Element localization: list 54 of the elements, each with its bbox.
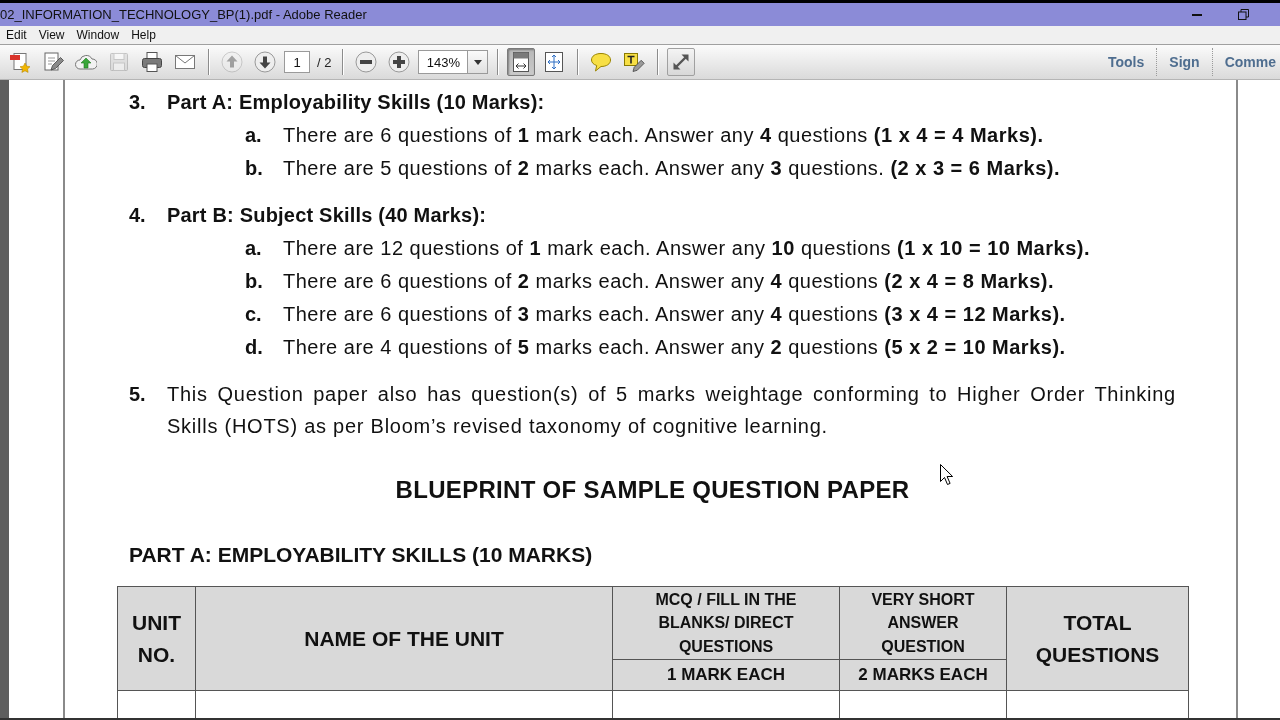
pdf-document-icon (9, 51, 31, 73)
pane-tab[interactable]: Tools (1096, 48, 1157, 76)
list-text: There are 6 questions of 3 marks each. Answer any 4 questions (3 x 4 = 12 Marks). (283, 302, 1066, 327)
paragraph: This Question paper also has question(s) of 5 marks weightage conforming to Higher Order Thinking Skills (HOTS) as per Bloom’s revised taxonomy of cognitive learning. (167, 382, 1176, 439)
pencil-document-icon (42, 51, 64, 73)
pane-tab[interactable]: Comme (1212, 48, 1276, 76)
zoom-dropdown-button[interactable] (468, 50, 489, 74)
menu-item[interactable]: View (38, 28, 65, 42)
speech-bubble-icon (590, 51, 613, 73)
zoom-field[interactable]: 143% (418, 50, 469, 74)
window-title: 02_INFORMATION_TECHNOLOGY_BP(1).pdf - Adobe Reader (0, 7, 367, 22)
section-heading: PART A: EMPLOYABILITY SKILLS (10 MARKS) (129, 542, 593, 568)
list-text: There are 4 questions of 5 marks each. Answer any 2 questions (5 x 2 = 10 Marks). (283, 335, 1066, 360)
fit-page-button[interactable] (507, 48, 536, 76)
list-letter: d. (245, 335, 264, 360)
table-header: TOTAL QUESTIONS (1006, 586, 1189, 691)
list-letter: a. (245, 123, 263, 148)
table-header: MCQ / FILL IN THE BLANKS/ DIRECT QUESTIONS (612, 586, 840, 660)
list-text: There are 5 questions of 2 marks each. Answer any 3 questions. (2 x 3 = 6 Marks). (283, 156, 1061, 181)
list-number: 5. (129, 382, 147, 407)
minimize-icon (1192, 13, 1202, 16)
list-text: There are 6 questions of 1 mark each. Answer any 4 questions (1 x 4 = 4 Marks). (283, 123, 1044, 148)
caret-down-icon (473, 59, 482, 65)
list-text: There are 12 questions of 1 mark each. Answer any 10 questions (1 x 10 = 10 Marks). (283, 236, 1090, 261)
table-header: NAME OF THE UNIT (195, 586, 613, 691)
table-header: VERY SHORT ANSWER QUESTION (839, 586, 1007, 660)
pane-tab[interactable]: Sign (1157, 48, 1212, 76)
printer-icon (141, 51, 163, 73)
list-letter: b. (245, 156, 264, 181)
next-page-button[interactable] (251, 48, 279, 76)
table-header: 1 MARK EACH (612, 659, 840, 691)
plus-icon (388, 51, 411, 73)
page-arrows-icon (543, 51, 566, 73)
text-pencil-icon (623, 51, 646, 73)
table-header: UNIT NO. (117, 586, 196, 691)
list-text: There are 6 questions of 2 marks each. Answer any 4 questions (2 x 4 = 8 Marks). (283, 269, 1054, 294)
document-title: BLUEPRINT OF SAMPLE QUESTION PAPER (395, 475, 910, 505)
list-letter: c. (245, 302, 263, 327)
minus-icon (355, 51, 378, 73)
mouse-pointer-icon (940, 464, 953, 485)
page-number-field[interactable]: 1 (284, 51, 310, 73)
full-screen-button[interactable] (667, 48, 696, 76)
menu-item[interactable]: Window (76, 28, 120, 42)
menu-item[interactable]: Help (131, 28, 156, 42)
table-header: 2 MARKS EACH (839, 659, 1007, 691)
list-number: 3. (129, 90, 147, 115)
list-letter: a. (245, 236, 263, 261)
page-count: / 2 (317, 54, 332, 70)
list-heading: Part A: Employability Skills (10 Marks): (167, 90, 545, 115)
list-number: 4. (129, 203, 147, 228)
restore-icon (1237, 9, 1249, 20)
list-heading: Part B: Subject Skills (40 Marks): (167, 203, 487, 228)
list-letter: b. (245, 269, 264, 294)
menu-item[interactable]: Edit (6, 28, 27, 42)
